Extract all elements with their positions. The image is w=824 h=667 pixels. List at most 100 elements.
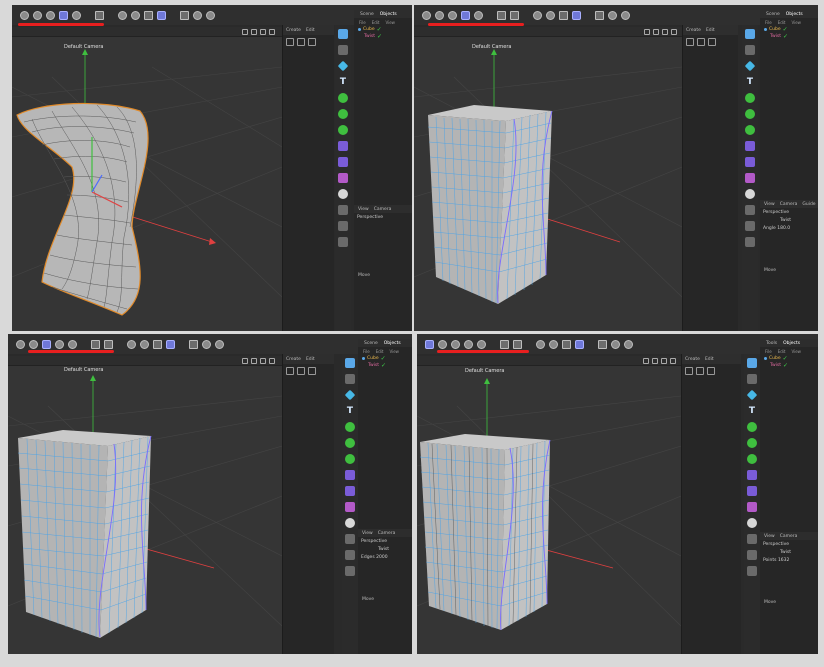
tab-camera[interactable]: Camera bbox=[374, 207, 392, 212]
cloner-icon[interactable] bbox=[345, 438, 355, 448]
light-icon[interactable] bbox=[345, 518, 355, 528]
cloner-icon[interactable] bbox=[745, 109, 755, 119]
generator-icon[interactable] bbox=[745, 93, 755, 103]
add-icon[interactable] bbox=[686, 38, 694, 46]
cloner-icon[interactable] bbox=[338, 109, 348, 119]
tab-scene[interactable]: Scene bbox=[364, 341, 378, 346]
pen-icon[interactable] bbox=[345, 566, 355, 576]
checkmark-icon[interactable]: ✓ bbox=[381, 355, 386, 362]
pen-icon[interactable] bbox=[338, 237, 348, 247]
tab-scene[interactable]: Scene bbox=[766, 12, 780, 17]
record-icon[interactable] bbox=[193, 10, 202, 20]
axis-icon[interactable] bbox=[91, 339, 100, 349]
menu-file[interactable]: File bbox=[765, 20, 772, 25]
camera-icon[interactable] bbox=[338, 205, 348, 215]
atom-icon[interactable] bbox=[345, 454, 355, 464]
atom-icon[interactable] bbox=[745, 125, 755, 135]
move-icon[interactable] bbox=[697, 38, 705, 46]
list-item[interactable]: Cube ✓ bbox=[354, 26, 412, 33]
render-icon[interactable] bbox=[477, 339, 486, 349]
anim-icon[interactable] bbox=[206, 10, 215, 20]
texture-mode-icon[interactable] bbox=[68, 339, 77, 349]
cube-icon[interactable] bbox=[744, 60, 756, 72]
cloner-icon[interactable] bbox=[747, 438, 757, 448]
add-icon[interactable] bbox=[286, 367, 294, 375]
light-icon[interactable] bbox=[338, 189, 348, 199]
checkmark-icon[interactable]: ✓ bbox=[783, 362, 788, 369]
snap-icon[interactable] bbox=[435, 10, 444, 20]
spline-icon[interactable] bbox=[745, 141, 755, 151]
workplane-icon[interactable] bbox=[166, 339, 175, 349]
menu-edit[interactable]: Edit bbox=[372, 20, 380, 25]
camera-icon[interactable] bbox=[747, 534, 757, 544]
tab-tools[interactable]: Tools bbox=[766, 341, 777, 346]
menu-edit[interactable]: Edit bbox=[376, 349, 384, 354]
camera-icon[interactable] bbox=[745, 205, 755, 215]
twist-deformer-icon[interactable] bbox=[338, 173, 348, 183]
brush-icon[interactable] bbox=[708, 38, 716, 46]
side-tab[interactable]: Edit bbox=[306, 357, 315, 362]
side-tab[interactable]: Edit bbox=[706, 28, 715, 33]
cube-icon[interactable] bbox=[344, 389, 356, 401]
edge-mode-icon[interactable] bbox=[55, 339, 64, 349]
pen-icon[interactable] bbox=[745, 237, 755, 247]
spline-icon[interactable] bbox=[345, 470, 355, 480]
render-settings-icon[interactable] bbox=[747, 550, 757, 560]
checkmark-icon[interactable]: ✓ bbox=[783, 26, 788, 33]
snap-icon[interactable] bbox=[33, 10, 42, 20]
toggle-icon[interactable] bbox=[513, 339, 522, 349]
magnet-icon[interactable] bbox=[127, 339, 136, 349]
anim-icon[interactable] bbox=[621, 10, 630, 20]
edge-mode-icon[interactable] bbox=[448, 10, 457, 20]
3d-viewport[interactable]: Default Camera bbox=[414, 27, 682, 331]
side-tab[interactable]: Edit bbox=[306, 28, 315, 33]
axis-icon[interactable] bbox=[95, 10, 104, 20]
checkmark-icon[interactable]: ✓ bbox=[377, 33, 382, 40]
grid-icon[interactable] bbox=[144, 10, 153, 20]
grid-icon[interactable] bbox=[559, 10, 568, 20]
plane-icon[interactable] bbox=[745, 45, 755, 55]
model-mode-icon[interactable] bbox=[425, 339, 434, 349]
tab-view[interactable]: View bbox=[764, 534, 775, 539]
move-icon[interactable] bbox=[297, 38, 305, 46]
tab-camera[interactable]: Camera bbox=[780, 202, 798, 207]
render-icon[interactable] bbox=[16, 339, 25, 349]
null-object-icon[interactable] bbox=[745, 29, 755, 39]
workplane-icon[interactable] bbox=[575, 339, 584, 349]
lock-icon[interactable] bbox=[180, 10, 189, 20]
checkmark-icon[interactable]: ✓ bbox=[377, 26, 382, 33]
axis-icon[interactable] bbox=[497, 10, 506, 20]
snap-icon[interactable] bbox=[438, 339, 447, 349]
soft-select-icon[interactable] bbox=[549, 339, 558, 349]
tab-view[interactable]: View bbox=[362, 531, 373, 536]
spline-icon[interactable] bbox=[338, 141, 348, 151]
menu-view[interactable]: View bbox=[791, 20, 801, 25]
generator-icon[interactable] bbox=[747, 422, 757, 432]
list-item[interactable]: Cube ✓ bbox=[760, 26, 818, 33]
add-icon[interactable] bbox=[685, 367, 693, 375]
menu-file[interactable]: File bbox=[359, 20, 366, 25]
magnet-icon[interactable] bbox=[118, 10, 127, 20]
grid-icon[interactable] bbox=[153, 339, 162, 349]
move-icon[interactable] bbox=[297, 367, 305, 375]
list-item[interactable]: Twist ✓ bbox=[358, 362, 412, 369]
add-icon[interactable] bbox=[286, 38, 294, 46]
axis-icon[interactable] bbox=[500, 339, 509, 349]
tab-guide[interactable]: Guide bbox=[802, 202, 815, 207]
3d-viewport[interactable]: Default Camera bbox=[417, 356, 681, 654]
toggle-icon[interactable] bbox=[510, 10, 519, 20]
render-icon[interactable] bbox=[20, 10, 29, 20]
list-item[interactable]: Twist ✓ bbox=[760, 362, 818, 369]
tab-view[interactable]: View bbox=[764, 202, 775, 207]
cube-icon[interactable] bbox=[746, 389, 758, 401]
magnet-icon[interactable] bbox=[536, 339, 545, 349]
text-icon[interactable]: T bbox=[747, 406, 757, 416]
spline-icon[interactable] bbox=[747, 470, 757, 480]
null-object-icon[interactable] bbox=[747, 358, 757, 368]
grid-icon[interactable] bbox=[562, 339, 571, 349]
plane-icon[interactable] bbox=[338, 45, 348, 55]
light-icon[interactable] bbox=[747, 518, 757, 528]
tab-view[interactable]: View bbox=[358, 207, 369, 212]
twist-deformer-icon[interactable] bbox=[745, 173, 755, 183]
3d-viewport[interactable]: Default Camera bbox=[8, 356, 282, 654]
